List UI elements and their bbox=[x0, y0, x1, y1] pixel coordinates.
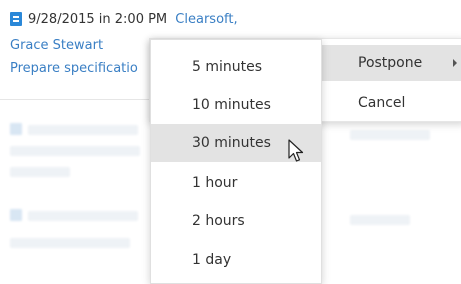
blurred-row bbox=[28, 211, 138, 221]
blurred-document-icon bbox=[10, 123, 22, 135]
chevron-right-icon bbox=[453, 59, 457, 67]
postpone-option-2-hours[interactable]: 2 hours bbox=[151, 202, 321, 240]
menu-item-label: Cancel bbox=[358, 95, 406, 111]
mouse-pointer-icon bbox=[288, 139, 304, 162]
menu-item-label: 1 day bbox=[192, 252, 232, 268]
menu-item-label: 2 hours bbox=[192, 213, 245, 229]
reminder-header: 9/28/2015 in 2:00 PM Clearsoft, bbox=[10, 10, 238, 28]
reminder-contact-link[interactable]: Grace Stewart bbox=[10, 38, 103, 53]
postpone-option-10-minutes[interactable]: 10 minutes bbox=[151, 86, 321, 124]
blurred-row bbox=[350, 215, 410, 225]
blurred-row bbox=[10, 238, 130, 248]
blurred-row bbox=[28, 125, 138, 135]
document-icon bbox=[10, 12, 22, 26]
menu-item-label: 1 hour bbox=[192, 175, 238, 191]
postpone-option-1-day[interactable]: 1 day bbox=[151, 241, 321, 279]
menu-item-label: 30 minutes bbox=[192, 135, 271, 151]
menu-item-label: Postpone bbox=[358, 55, 423, 71]
reminder-account-link[interactable]: Clearsoft, bbox=[175, 12, 237, 27]
blurred-document-icon bbox=[10, 209, 22, 221]
menu-item-label: 5 minutes bbox=[192, 59, 263, 75]
menu-item-label: 10 minutes bbox=[192, 97, 271, 113]
postpone-option-5-minutes[interactable]: 5 minutes bbox=[151, 48, 321, 86]
reminder-subject-link[interactable]: Prepare specificatio bbox=[10, 61, 138, 76]
reminder-date-time: 9/28/2015 in 2:00 PM bbox=[28, 11, 168, 27]
blurred-row bbox=[10, 146, 140, 156]
blurred-row bbox=[350, 130, 430, 140]
blurred-row bbox=[10, 167, 70, 177]
postpone-option-1-hour[interactable]: 1 hour bbox=[151, 164, 321, 202]
